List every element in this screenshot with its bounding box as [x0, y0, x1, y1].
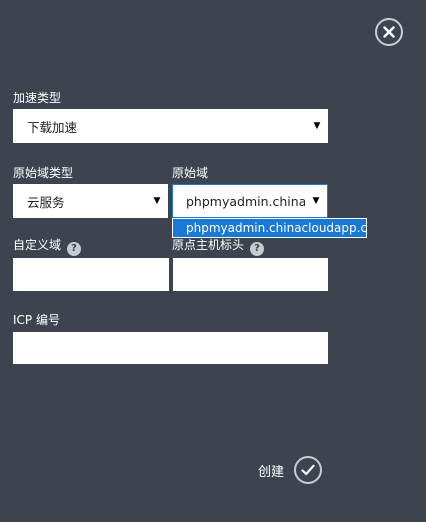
create-label: 创建 — [258, 464, 285, 480]
origin-domain-value: phpmyadmin.chinac — [186, 193, 305, 209]
create-button[interactable] — [294, 456, 323, 484]
origin-type-select[interactable]: 云服务 ▼ — [13, 184, 168, 218]
icp-input[interactable] — [13, 332, 328, 364]
close-button[interactable] — [375, 18, 403, 46]
origin-type-label: 原始域类型 — [13, 166, 74, 180]
icp-label: ICP 编号 — [13, 313, 60, 327]
accel-type-select[interactable]: 下载加速 ▼ — [13, 109, 328, 143]
accel-type-value: 下载加速 — [27, 119, 78, 135]
origin-host-header-label: 原点主机标头 — [172, 238, 245, 252]
custom-domain-input[interactable] — [13, 258, 169, 291]
caret-down-icon: ▼ — [313, 121, 321, 131]
origin-domain-label: 原始域 — [172, 166, 209, 180]
create-action[interactable]: 创建 — [258, 455, 323, 485]
origin-type-value: 云服务 — [27, 194, 65, 210]
question-icon[interactable]: ? — [67, 242, 82, 256]
caret-down-icon: ▼ — [312, 196, 320, 206]
origin-domain-option[interactable]: phpmyadmin.chinacloudapp.cn — [172, 218, 367, 238]
question-icon[interactable]: ? — [250, 242, 265, 256]
custom-domain-label: 自定义域 — [13, 238, 62, 252]
create-cdn-dialog: 加速类型 下载加速 ▼ 原始域类型 云服务 ▼ 原始域 phpmyadmin.c… — [0, 0, 426, 522]
accel-type-label: 加速类型 — [13, 91, 62, 105]
caret-down-icon: ▼ — [153, 196, 161, 206]
checkmark-icon — [301, 464, 315, 476]
origin-host-header-input[interactable] — [173, 258, 328, 291]
origin-host-header-label-row: 原点主机标头? — [172, 238, 265, 256]
origin-domain-select[interactable]: phpmyadmin.chinac ▼ — [172, 184, 328, 218]
custom-domain-label-row: 自定义域? — [13, 238, 82, 256]
close-icon — [383, 26, 395, 38]
